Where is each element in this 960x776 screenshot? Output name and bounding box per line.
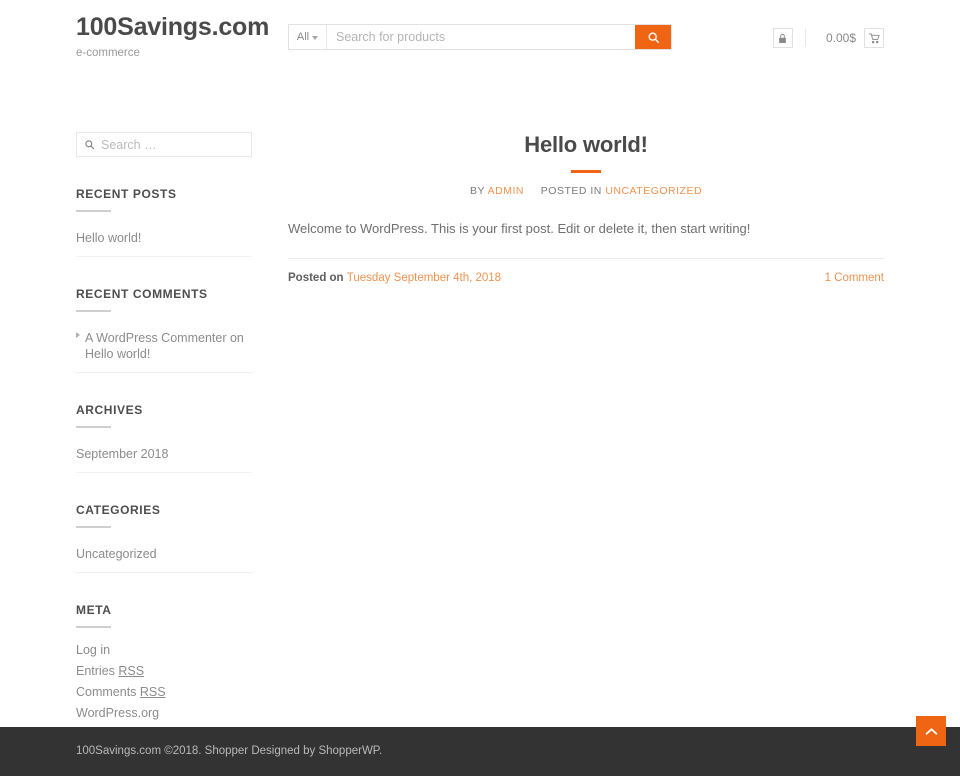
page-title: Hello world! bbox=[524, 132, 648, 157]
meta-wordpress-link[interactable]: WordPress.org bbox=[76, 706, 159, 720]
widget-title: RECENT COMMENTS bbox=[76, 287, 208, 301]
comment-post-link[interactable]: Hello world! bbox=[85, 347, 150, 361]
list-item[interactable]: WordPress.org bbox=[76, 703, 252, 724]
post-footer: Posted on Tuesday September 4th, 2018 1 … bbox=[288, 258, 884, 284]
lock-icon bbox=[779, 33, 787, 43]
post-date-link[interactable]: Tuesday September 4th, 2018 bbox=[347, 272, 501, 284]
post-category-link[interactable]: UNCATEGORIZED bbox=[605, 185, 702, 197]
product-category-label: All bbox=[296, 31, 310, 43]
meta-entries-label: Entries bbox=[76, 664, 119, 678]
product-category-select[interactable]: All bbox=[289, 25, 327, 49]
search-icon bbox=[77, 139, 101, 150]
widget-title: ARCHIVES bbox=[76, 403, 143, 417]
widget-underline bbox=[76, 426, 111, 428]
cart-icon bbox=[868, 32, 880, 43]
site-footer: 100Savings.com ©2018. Shopper Designed b… bbox=[0, 727, 960, 776]
footer-credit: 100Savings.com ©2018. Shopper Designed b… bbox=[76, 745, 383, 757]
post-meta: BY ADMIN POSTED IN UNCATEGORIZED bbox=[288, 185, 884, 197]
post-author-link[interactable]: ADMIN bbox=[488, 185, 524, 197]
site-tagline: e-commerce bbox=[76, 47, 140, 59]
product-search-input[interactable] bbox=[327, 25, 635, 49]
widget-recent-posts: RECENT POSTS Hello world! bbox=[76, 187, 252, 257]
site-title[interactable]: 100Savings.com bbox=[76, 14, 269, 41]
meta-list: Log in Entries RSS Comments RSS WordPres… bbox=[76, 640, 252, 724]
widget-underline bbox=[76, 526, 111, 528]
sidebar-search-form bbox=[76, 132, 268, 157]
widget-underline bbox=[76, 310, 111, 312]
cart-button[interactable] bbox=[864, 28, 884, 48]
recent-posts-list: Hello world! bbox=[76, 224, 252, 257]
meta-entries-rss-abbr: RSS bbox=[118, 664, 145, 678]
site-branding: 100Savings.com e-commerce bbox=[76, 14, 269, 60]
page-root: 100Savings.com e-commerce All Search for… bbox=[0, 0, 960, 776]
widget-archives: ARCHIVES September 2018 bbox=[76, 403, 252, 473]
list-item[interactable]: A WordPress Commenter on Hello world! bbox=[76, 324, 252, 373]
post-meta-by-label: BY bbox=[469, 185, 485, 197]
sidebar: RECENT POSTS Hello world! RECENT COMMENT… bbox=[76, 132, 268, 724]
cart-total: 0.00$ bbox=[825, 31, 856, 45]
main-content: Hello world! BY ADMIN POSTED IN UNCATEGO… bbox=[288, 132, 884, 284]
meta-comments-rss-abbr: RSS bbox=[139, 685, 166, 699]
list-item[interactable]: Entries RSS bbox=[76, 661, 252, 682]
search-icon bbox=[647, 31, 659, 43]
categories-list: Uncategorized bbox=[76, 540, 252, 573]
widget-categories: CATEGORIES Uncategorized bbox=[76, 503, 252, 573]
post-date-block: Posted on Tuesday September 4th, 2018 bbox=[288, 272, 501, 284]
post-content: Welcome to WordPress. This is your first… bbox=[288, 221, 751, 236]
meta-entries-rss-link[interactable]: Entries RSS bbox=[76, 664, 144, 678]
comment-connector-word: on bbox=[229, 331, 244, 345]
tools-divider bbox=[804, 29, 806, 47]
product-search-button[interactable] bbox=[635, 25, 671, 49]
archive-link[interactable]: September 2018 bbox=[76, 447, 168, 461]
list-item[interactable]: Log in bbox=[76, 640, 252, 661]
chevron-up-icon bbox=[925, 727, 937, 735]
recent-comments-list: A WordPress Commenter on Hello world! bbox=[76, 324, 252, 373]
product-search-form: All bbox=[288, 24, 672, 50]
widget-meta: META Log in Entries RSS Comments RSS Wor… bbox=[76, 603, 252, 724]
comment-author-link[interactable]: A WordPress Commenter bbox=[85, 331, 226, 345]
site-header: 100Savings.com e-commerce All Search for… bbox=[0, 0, 960, 110]
list-item[interactable]: Hello world! bbox=[76, 224, 252, 257]
chevron-down-icon bbox=[312, 35, 319, 40]
widget-title: CATEGORIES bbox=[76, 503, 161, 517]
content-area: RECENT POSTS Hello world! RECENT COMMENT… bbox=[0, 110, 960, 727]
widget-underline bbox=[76, 626, 111, 628]
meta-comments-label: Comments bbox=[76, 685, 140, 699]
category-link[interactable]: Uncategorized bbox=[76, 547, 157, 561]
post-comments-link[interactable]: 1 Comment bbox=[825, 272, 884, 284]
meta-login-link[interactable]: Log in bbox=[76, 643, 110, 657]
list-item[interactable]: Comments RSS bbox=[76, 682, 252, 703]
posted-on-label: Posted on bbox=[288, 272, 344, 284]
back-to-top-button[interactable] bbox=[916, 716, 946, 746]
sidebar-search-input[interactable] bbox=[101, 137, 268, 152]
secure-login-button[interactable] bbox=[772, 28, 793, 48]
widget-title: RECENT POSTS bbox=[76, 187, 177, 201]
meta-comments-rss-link[interactable]: Comments RSS bbox=[76, 685, 166, 699]
post-meta-posted-in-label: POSTED IN bbox=[540, 185, 602, 197]
list-item[interactable]: September 2018 bbox=[76, 440, 252, 473]
archives-list: September 2018 bbox=[76, 440, 252, 473]
widget-underline bbox=[76, 210, 111, 212]
list-item[interactable]: Uncategorized bbox=[76, 540, 252, 573]
recent-post-link[interactable]: Hello world! bbox=[76, 231, 141, 245]
widget-title: META bbox=[76, 603, 112, 617]
title-underline bbox=[571, 170, 601, 173]
chevron-right-icon bbox=[76, 332, 80, 338]
widget-recent-comments: RECENT COMMENTS A WordPress Commenter on… bbox=[76, 287, 252, 373]
header-tools: 0.00$ bbox=[772, 28, 884, 48]
